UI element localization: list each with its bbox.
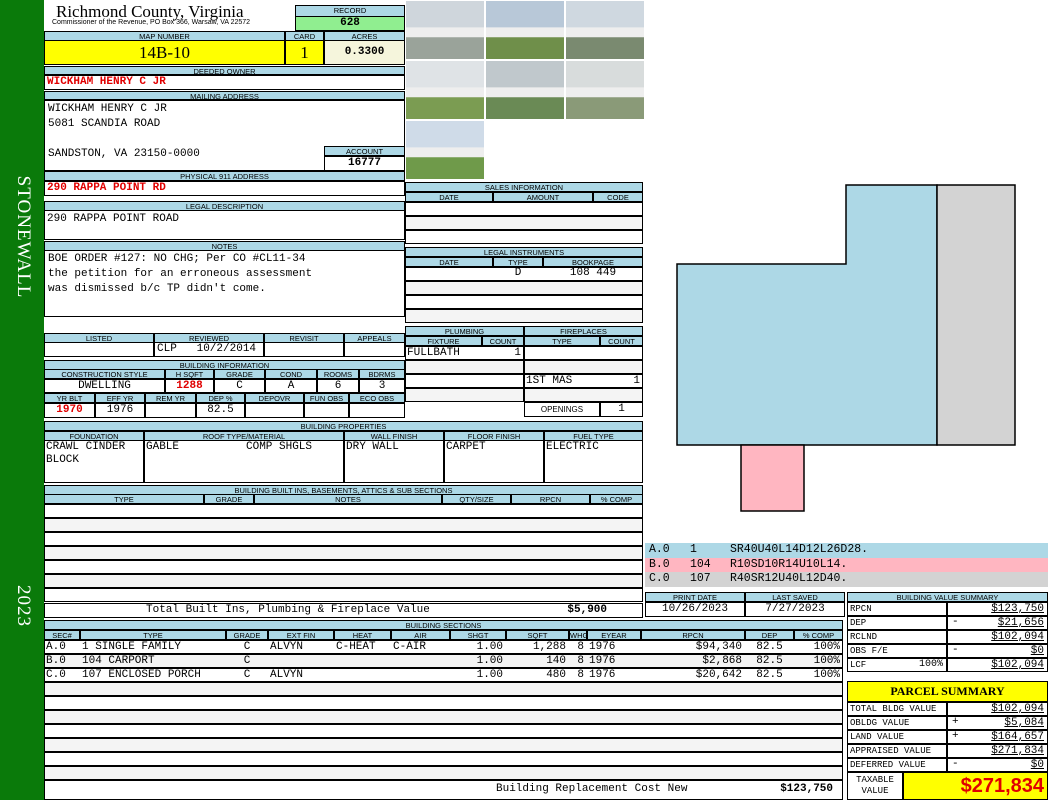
sketch-section-c [936, 184, 1016, 446]
sketch-drawing [676, 184, 1016, 512]
sketch-section-b [740, 444, 805, 512]
sketch-section-a [676, 184, 938, 446]
